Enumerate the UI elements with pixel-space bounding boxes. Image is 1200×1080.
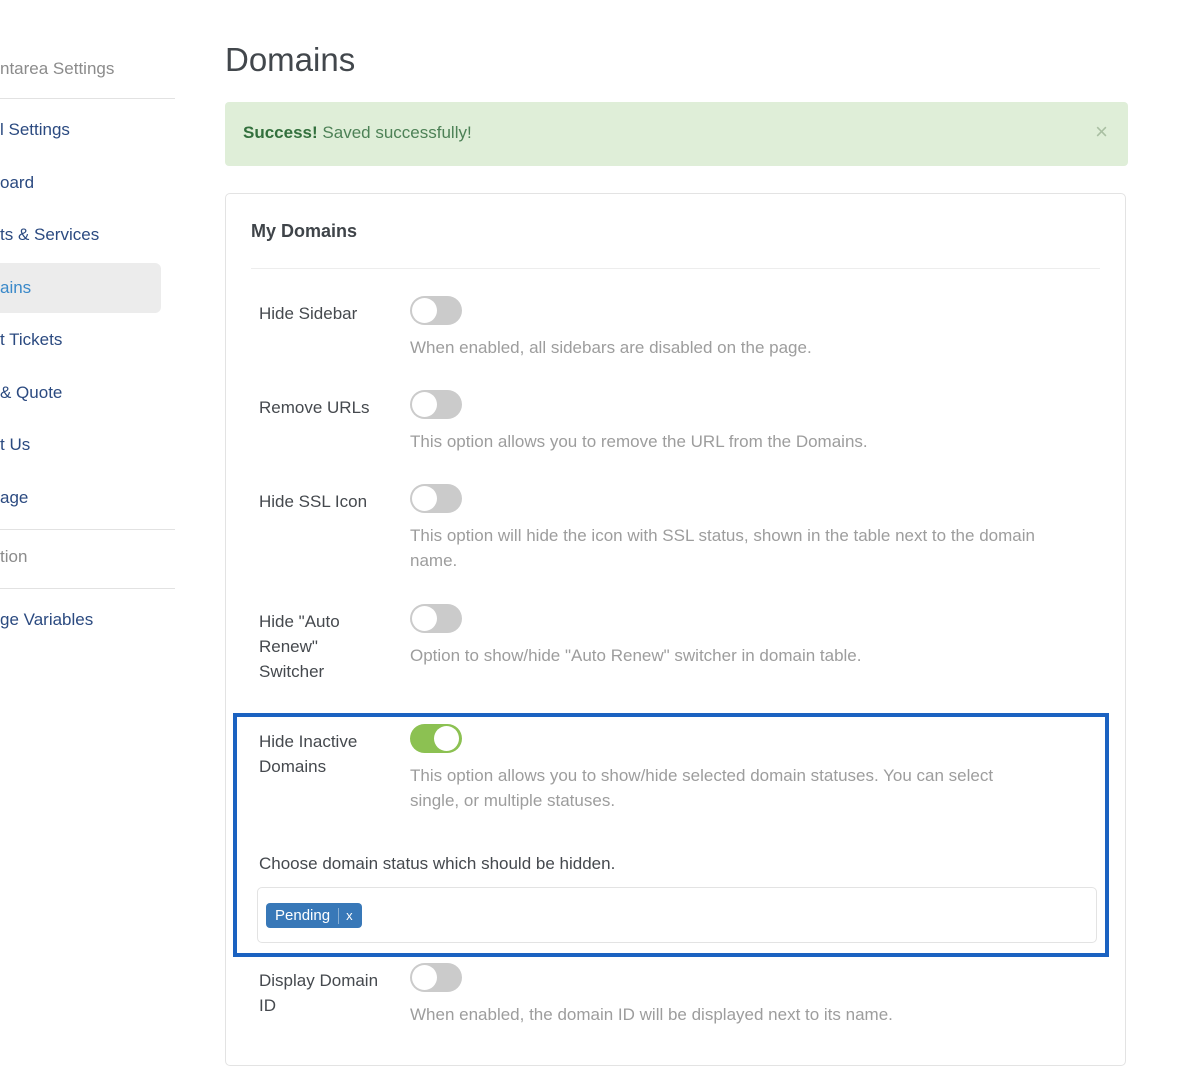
sidebar-divider <box>0 98 175 99</box>
setting-description: When enabled, all sidebars are disabled … <box>410 335 1035 360</box>
highlighted-section: Hide Inactive Domains This option allows … <box>233 713 1109 957</box>
sidebar-item[interactable]: & Quote <box>0 368 161 418</box>
sidebar-item[interactable]: t Tickets <box>0 315 161 365</box>
setting-label: Hide "Auto Renew" Switcher <box>259 604 379 684</box>
sidebar-item[interactable]: ge Variables <box>0 595 161 645</box>
toggle-switch-off[interactable] <box>410 963 462 992</box>
setting-row: Hide Inactive Domains This option allows … <box>259 724 1084 813</box>
toggle-switch-off[interactable] <box>410 604 462 633</box>
my-domains-card: My Domains Hide Sidebar When enabled, all… <box>225 193 1126 1066</box>
toggle-knob <box>434 726 459 751</box>
alert-bold-text: Success! <box>243 123 318 142</box>
setting-description: Option to show/hide "Auto Renew" switche… <box>410 643 1035 668</box>
sidebar-item[interactable]: age <box>0 473 161 523</box>
setting-label: Hide Inactive Domains <box>259 724 379 813</box>
status-tag-label: Pending <box>275 907 330 924</box>
card-divider <box>251 268 1100 269</box>
toggle-knob <box>412 486 437 511</box>
setting-row: Display Domain ID When enabled, the domai… <box>259 963 1100 1027</box>
toggle-switch-off[interactable] <box>410 484 462 513</box>
toggle-knob <box>412 606 437 631</box>
setting-control: Option to show/hide "Auto Renew" switche… <box>410 604 1100 684</box>
sidebar-divider <box>0 529 175 530</box>
success-alert: Success! Saved successfully! × <box>225 102 1128 166</box>
remove-tag-icon[interactable]: x <box>346 908 353 923</box>
sidebar-divider <box>0 588 175 589</box>
setting-description: This option allows you to show/hide sele… <box>410 763 1035 813</box>
setting-description: This option will hide the icon with SSL … <box>410 523 1035 573</box>
toggle-switch-off[interactable] <box>410 296 462 325</box>
sidebar-item[interactable]: t Us <box>0 420 161 470</box>
setting-label: Remove URLs <box>259 390 379 454</box>
choose-status-label: Choose domain status which should be hid… <box>259 854 1083 874</box>
sidebar-item[interactable]: ts & Services <box>0 210 161 260</box>
setting-row: Hide "Auto Renew" Switcher Option to show… <box>259 604 1100 684</box>
setting-control: This option allows you to show/hide sele… <box>410 724 1084 813</box>
setting-row: Hide Sidebar When enabled, all sidebars a… <box>259 296 1100 360</box>
tag-separator <box>338 908 339 924</box>
setting-label: Display Domain ID <box>259 963 379 1027</box>
setting-row: Remove URLs This option allows you to rem… <box>259 390 1100 454</box>
status-tag[interactable]: Pending x <box>266 903 362 928</box>
setting-row: Hide SSL Icon This option will hide the i… <box>259 484 1100 573</box>
setting-control: When enabled, the domain ID will be disp… <box>410 963 1100 1027</box>
status-multiselect-input[interactable]: Pending x <box>257 887 1097 943</box>
setting-control: This option allows you to remove the URL… <box>410 390 1100 454</box>
setting-label: Hide SSL Icon <box>259 484 379 573</box>
toggle-knob <box>412 392 437 417</box>
sidebar-section-title: ntarea Settings <box>0 59 114 79</box>
sidebar-item[interactable]: oard <box>0 158 161 208</box>
setting-control: This option will hide the icon with SSL … <box>410 484 1100 573</box>
toggle-switch-on[interactable] <box>410 724 462 753</box>
setting-control: When enabled, all sidebars are disabled … <box>410 296 1100 360</box>
toggle-knob <box>412 298 437 323</box>
setting-label: Hide Sidebar <box>259 296 379 360</box>
sidebar: ntarea Settings l Settingsoardts & Servi… <box>0 0 175 1080</box>
settings-rows: Hide Sidebar When enabled, all sidebars a… <box>226 296 1125 1027</box>
toggle-knob <box>412 965 437 990</box>
page-title: Domains <box>225 38 355 82</box>
alert-text: Saved successfully! <box>322 123 471 142</box>
sidebar-item[interactable]: ains <box>0 263 161 313</box>
sidebar-item[interactable]: l Settings <box>0 105 161 155</box>
sidebar-section-title-2: tion <box>0 547 27 567</box>
setting-description: This option allows you to remove the URL… <box>410 429 1035 454</box>
close-icon[interactable]: × <box>1095 121 1108 143</box>
card-title: My Domains <box>226 194 1125 242</box>
setting-description: When enabled, the domain ID will be disp… <box>410 1002 1035 1027</box>
toggle-switch-off[interactable] <box>410 390 462 419</box>
